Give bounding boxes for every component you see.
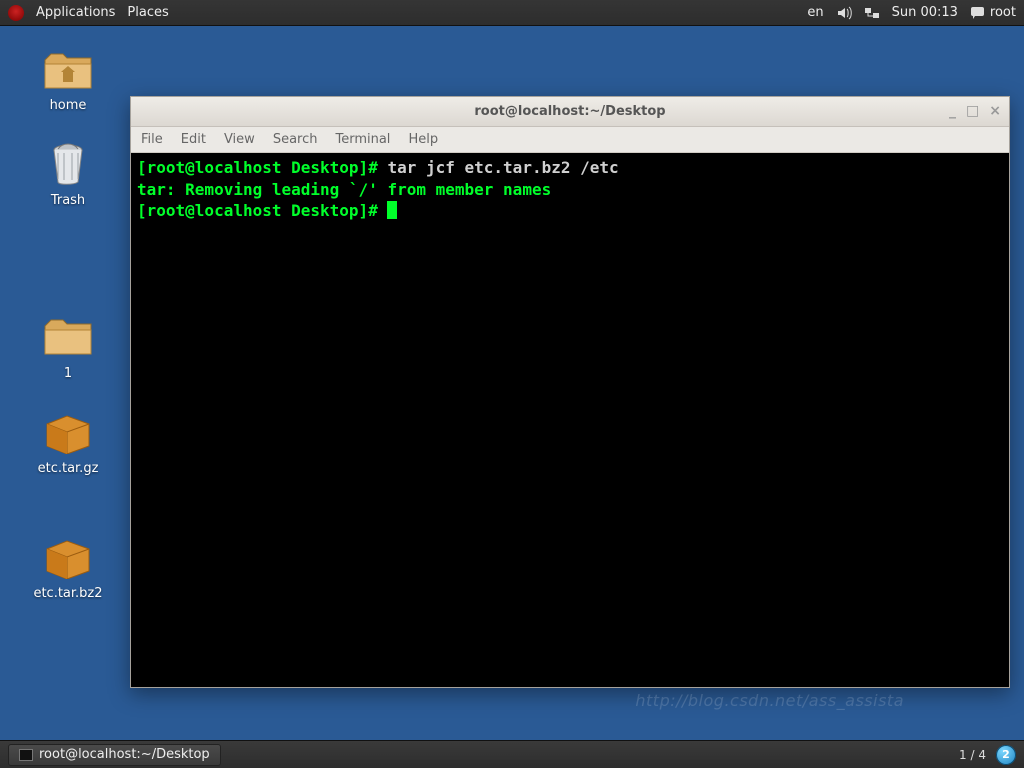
user-menu[interactable]: root bbox=[970, 5, 1016, 21]
terminal-viewport[interactable]: [root@localhost Desktop]# tar jcf etc.ta… bbox=[131, 153, 1009, 687]
terminal-output: tar: Removing leading `/' from member na… bbox=[137, 180, 551, 199]
terminal-prompt: [root@localhost Desktop]# bbox=[137, 201, 387, 220]
network-icon[interactable] bbox=[864, 5, 880, 21]
desktop-icon-folder-1[interactable]: 1 bbox=[18, 314, 118, 381]
menu-search[interactable]: Search bbox=[273, 132, 318, 147]
menu-file[interactable]: File bbox=[141, 132, 163, 147]
menu-edit[interactable]: Edit bbox=[181, 132, 206, 147]
menu-terminal[interactable]: Terminal bbox=[335, 132, 390, 147]
window-maximize-button[interactable]: □ bbox=[966, 103, 979, 119]
notification-badge[interactable]: 2 bbox=[996, 745, 1016, 765]
terminal-app-icon bbox=[19, 749, 33, 761]
places-menu[interactable]: Places bbox=[127, 5, 168, 20]
top-panel: Applications Places en Sun 00:13 root bbox=[0, 0, 1024, 26]
desktop-icon-home[interactable]: home bbox=[18, 46, 118, 113]
taskbar-item-label: root@localhost:~/Desktop bbox=[39, 747, 210, 762]
desktop[interactable]: home Trash 1 bbox=[0, 26, 1024, 740]
watermark-text: http://blog.csdn.net/ass_assista bbox=[635, 691, 904, 710]
user-name-label: root bbox=[990, 5, 1016, 20]
folder-icon bbox=[41, 314, 95, 362]
terminal-command: tar jcf etc.tar.bz2 /etc bbox=[387, 158, 618, 177]
terminal-cursor bbox=[387, 201, 397, 219]
taskbar-item-terminal[interactable]: root@localhost:~/Desktop bbox=[8, 744, 221, 766]
window-close-button[interactable]: × bbox=[989, 103, 1001, 119]
clock[interactable]: Sun 00:13 bbox=[892, 5, 958, 20]
icon-label: 1 bbox=[64, 366, 72, 381]
menu-view[interactable]: View bbox=[224, 132, 255, 147]
terminal-window[interactable]: root@localhost:~/Desktop _ □ × File Edit… bbox=[130, 96, 1010, 688]
desktop-icon-etc-tar-bz2[interactable]: etc.tar.bz2 bbox=[18, 534, 118, 601]
terminal-prompt: [root@localhost Desktop]# bbox=[137, 158, 387, 177]
desktop-icon-trash[interactable]: Trash bbox=[18, 141, 118, 208]
window-minimize-button[interactable]: _ bbox=[949, 103, 956, 119]
archive-icon bbox=[41, 534, 95, 582]
workspace-indicator[interactable]: 1 / 4 bbox=[959, 748, 986, 762]
terminal-menubar: File Edit View Search Terminal Help bbox=[131, 127, 1009, 153]
icon-label: etc.tar.bz2 bbox=[33, 586, 102, 601]
user-chat-icon bbox=[970, 5, 986, 21]
icon-label: etc.tar.gz bbox=[38, 461, 99, 476]
trash-icon bbox=[41, 141, 95, 189]
applications-menu[interactable]: Applications bbox=[36, 5, 115, 20]
bottom-panel: root@localhost:~/Desktop 1 / 4 2 bbox=[0, 740, 1024, 768]
folder-home-icon bbox=[41, 46, 95, 94]
archive-icon bbox=[41, 409, 95, 457]
volume-icon[interactable] bbox=[836, 5, 852, 21]
icon-label: Trash bbox=[51, 193, 85, 208]
window-titlebar[interactable]: root@localhost:~/Desktop _ □ × bbox=[131, 97, 1009, 127]
fedora-hat-icon[interactable] bbox=[8, 5, 24, 21]
icon-label: home bbox=[50, 98, 87, 113]
desktop-icon-etc-tar-gz[interactable]: etc.tar.gz bbox=[18, 409, 118, 476]
window-title: root@localhost:~/Desktop bbox=[474, 104, 665, 119]
keyboard-lang-indicator[interactable]: en bbox=[807, 5, 823, 20]
menu-help[interactable]: Help bbox=[408, 132, 438, 147]
